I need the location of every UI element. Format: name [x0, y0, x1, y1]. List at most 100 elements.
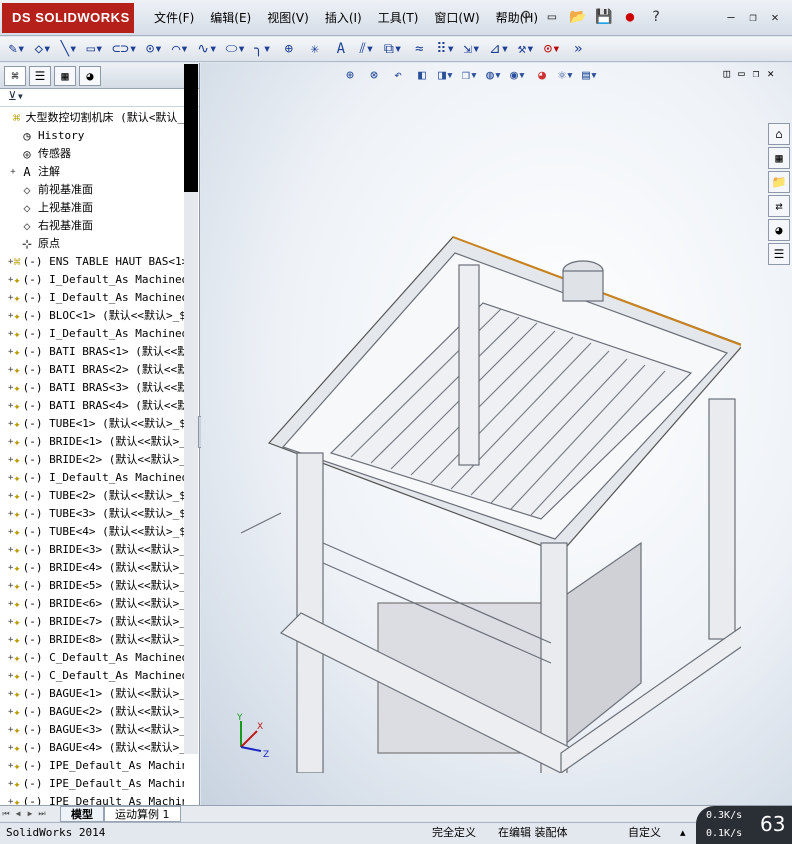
- more-chevron-icon[interactable]: »: [567, 39, 589, 59]
- file-explorer-icon[interactable]: 📁: [768, 171, 790, 193]
- tree-item[interactable]: ◎ 传感器: [0, 145, 184, 163]
- smart-dimension-icon[interactable]: ◇▾: [32, 39, 54, 59]
- tree-item[interactable]: + ✦ (-) BATI BRAS<2> (默认<<默: [0, 361, 184, 379]
- view-settings-icon[interactable]: ▤▾: [581, 67, 599, 85]
- tab-motion-study[interactable]: 运动算例 1: [104, 805, 181, 822]
- vp-close-icon[interactable]: ✕: [767, 67, 774, 80]
- tree-item[interactable]: + ✦ (-) BAGUE<4> (默认<<默认>_: [0, 739, 184, 757]
- menu-item[interactable]: 窗口(W): [426, 9, 487, 27]
- tree-item[interactable]: + ✦ (-) TUBE<1> (默认<<默认>_$: [0, 415, 184, 433]
- tree-item[interactable]: + ✦ (-) BRIDE<6> (默认<<默认>_: [0, 595, 184, 613]
- first-tab-icon[interactable]: ⏮: [0, 808, 12, 820]
- featuremanager-tab-icon[interactable]: ⌘: [4, 65, 26, 86]
- expand-icon[interactable]: +: [8, 163, 18, 181]
- solidworks-logo[interactable]: DS SOLIDWORKS: [2, 3, 134, 33]
- menu-item[interactable]: 编辑(E): [202, 9, 259, 27]
- tree-item[interactable]: + ✦ (-) C_Default_As Machined_: [0, 649, 184, 667]
- next-tab-icon[interactable]: ▶: [24, 808, 36, 820]
- tree-item[interactable]: + ✦ (-) BRIDE<4> (默认<<默认>_: [0, 559, 184, 577]
- new-doc-icon[interactable]: ▭: [542, 7, 562, 27]
- display-style-icon[interactable]: ◍▾: [485, 67, 503, 85]
- tree-item[interactable]: + ✦ (-) BRIDE<1> (默认<<默认>_: [0, 433, 184, 451]
- tree-item[interactable]: + ✦ (-) C_Default_As Machined_: [0, 667, 184, 685]
- appearance-icon[interactable]: ◕: [533, 67, 551, 85]
- tree-item[interactable]: + A 注解: [0, 163, 184, 181]
- home-icon[interactable]: ⌂: [768, 123, 790, 145]
- menu-item[interactable]: 工具(T): [370, 9, 427, 27]
- help-button[interactable]: ?: [646, 7, 666, 27]
- cnc-machine-model[interactable]: [221, 213, 741, 773]
- mirror-tool-icon[interactable]: ⫽▾: [356, 39, 378, 59]
- tree-item[interactable]: + ✦ (-) BATI BRAS<3> (默认<<默: [0, 379, 184, 397]
- offset-tool-icon[interactable]: ⧉▾: [382, 39, 404, 59]
- menu-item[interactable]: 文件(F): [146, 9, 202, 27]
- view-orientation-icon[interactable]: ❒▾: [461, 67, 479, 85]
- tree-item[interactable]: + ✦ (-) BRIDE<3> (默认<<默认>_: [0, 541, 184, 559]
- close-icon[interactable]: ✕: [766, 8, 784, 26]
- tree-item[interactable]: + ✦ (-) BRIDE<7> (默认<<默认>_: [0, 613, 184, 631]
- zoom-area-icon[interactable]: ⊗: [365, 67, 383, 85]
- tree-item[interactable]: + ✦ (-) IPE_Default_As Machine: [0, 793, 184, 805]
- tree-item[interactable]: + ✦ (-) BLOC<1> (默认<<默认>_$: [0, 307, 184, 325]
- trim-tool-icon[interactable]: ≈: [408, 39, 430, 59]
- circle-tool-icon[interactable]: ⊙▾: [143, 39, 165, 59]
- tree-item[interactable]: + ✦ (-) BRIDE<2> (默认<<默认>_: [0, 451, 184, 469]
- point-tool-icon[interactable]: ⊕: [278, 39, 300, 59]
- line-tool-icon[interactable]: ╲▾: [58, 39, 80, 59]
- pin-icon[interactable]: ⚲: [516, 7, 536, 27]
- traffic-light-icon[interactable]: ●: [620, 7, 640, 27]
- fillet-tool-icon[interactable]: ╮▾: [252, 39, 274, 59]
- tree-item[interactable]: + ✦ (-) I_Default_As Machined_: [0, 325, 184, 343]
- tree-item[interactable]: + ✦ (-) IPE_Default_As Machine: [0, 757, 184, 775]
- tree-item[interactable]: ◇ 前视基准面: [0, 181, 184, 199]
- status-units[interactable]: 自定义: [628, 823, 661, 843]
- construction-icon[interactable]: ✳: [304, 39, 326, 59]
- tree-item[interactable]: ◷ History: [0, 127, 184, 145]
- zoom-fit-icon[interactable]: ⊕: [341, 67, 359, 85]
- tree-item[interactable]: ◇ 上视基准面: [0, 199, 184, 217]
- tree-item[interactable]: + ✦ (-) BAGUE<3> (默认<<默认>_: [0, 721, 184, 739]
- spline-tool-icon[interactable]: ∿▾: [195, 39, 219, 59]
- vp-restore-icon[interactable]: ❐: [753, 67, 760, 80]
- menu-item[interactable]: 视图(V): [259, 9, 317, 27]
- prev-tab-icon[interactable]: ◀: [12, 808, 24, 820]
- tree-scrollbar-thumb[interactable]: [184, 64, 198, 192]
- previous-view-icon[interactable]: ↶: [389, 67, 407, 85]
- quick-snaps-icon[interactable]: ⊙▾: [541, 39, 563, 59]
- appearances-icon[interactable]: ◕: [768, 219, 790, 241]
- configurationmanager-tab-icon[interactable]: ▦: [54, 65, 76, 86]
- tree-item[interactable]: + ✦ (-) BAGUE<1> (默认<<默认>_: [0, 685, 184, 703]
- rectangle-tool-icon[interactable]: ▭▾: [84, 39, 106, 59]
- propertymanager-tab-icon[interactable]: ☰: [29, 65, 51, 86]
- open-folder-icon[interactable]: 📂: [568, 7, 588, 27]
- tree-item[interactable]: + ✦ (-) TUBE<4> (默认<<默认>_$: [0, 523, 184, 541]
- tree-item[interactable]: ⊹ 原点: [0, 235, 184, 253]
- units-chevron-icon[interactable]: ▴: [680, 823, 686, 843]
- dynamic-annotation-icon[interactable]: ◨▾: [437, 67, 455, 85]
- hide-show-icon[interactable]: ◉▾: [509, 67, 527, 85]
- tree-item[interactable]: + ✦ (-) TUBE<2> (默认<<默认>_$: [0, 487, 184, 505]
- move-tool-icon[interactable]: ⇲▾: [461, 39, 483, 59]
- ellipse-tool-icon[interactable]: ⬭▾: [223, 39, 247, 59]
- menu-item[interactable]: 插入(I): [317, 9, 370, 27]
- tab-model[interactable]: 模型: [60, 805, 104, 822]
- tile-icon[interactable]: ◫: [724, 67, 731, 80]
- tree-item[interactable]: + ✦ (-) I_Default_As Machined_: [0, 271, 184, 289]
- minimize-icon[interactable]: —: [722, 8, 740, 26]
- save-icon[interactable]: 💾: [594, 7, 614, 27]
- display-relations-icon[interactable]: ⊿▾: [487, 39, 511, 59]
- tree-item[interactable]: + ✦ (-) I_Default_As Machined_: [0, 289, 184, 307]
- filter-icon[interactable]: ⊻▾: [8, 89, 24, 103]
- restore-icon[interactable]: ❐: [744, 8, 762, 26]
- graphics-viewport[interactable]: ⊕ ⊗ ↶ ◧ ◨▾ ❒▾ ◍▾ ◉▾ ◕ ⚛▾ ▤▾ ◫ ▭ ❐ ✕ ⌂ ▦ …: [201, 63, 792, 805]
- filter-bar[interactable]: ⊻▾: [0, 89, 199, 107]
- scene-icon[interactable]: ⚛▾: [557, 67, 575, 85]
- tree-item[interactable]: + ✦ (-) I_Default_As Machined_: [0, 469, 184, 487]
- tree-item[interactable]: + ✦ (-) TUBE<3> (默认<<默认>_$: [0, 505, 184, 523]
- tree-item[interactable]: ◇ 右视基准面: [0, 217, 184, 235]
- text-tool-icon[interactable]: A: [330, 39, 352, 59]
- tree-item[interactable]: ⌘ 大型数控切割机床 (默认<默认_: [0, 109, 184, 127]
- vp-minimize-icon[interactable]: ▭: [738, 67, 745, 80]
- sketch-tool-icon[interactable]: ✎▾: [6, 39, 28, 59]
- repair-sketch-icon[interactable]: ⚒▾: [515, 39, 537, 59]
